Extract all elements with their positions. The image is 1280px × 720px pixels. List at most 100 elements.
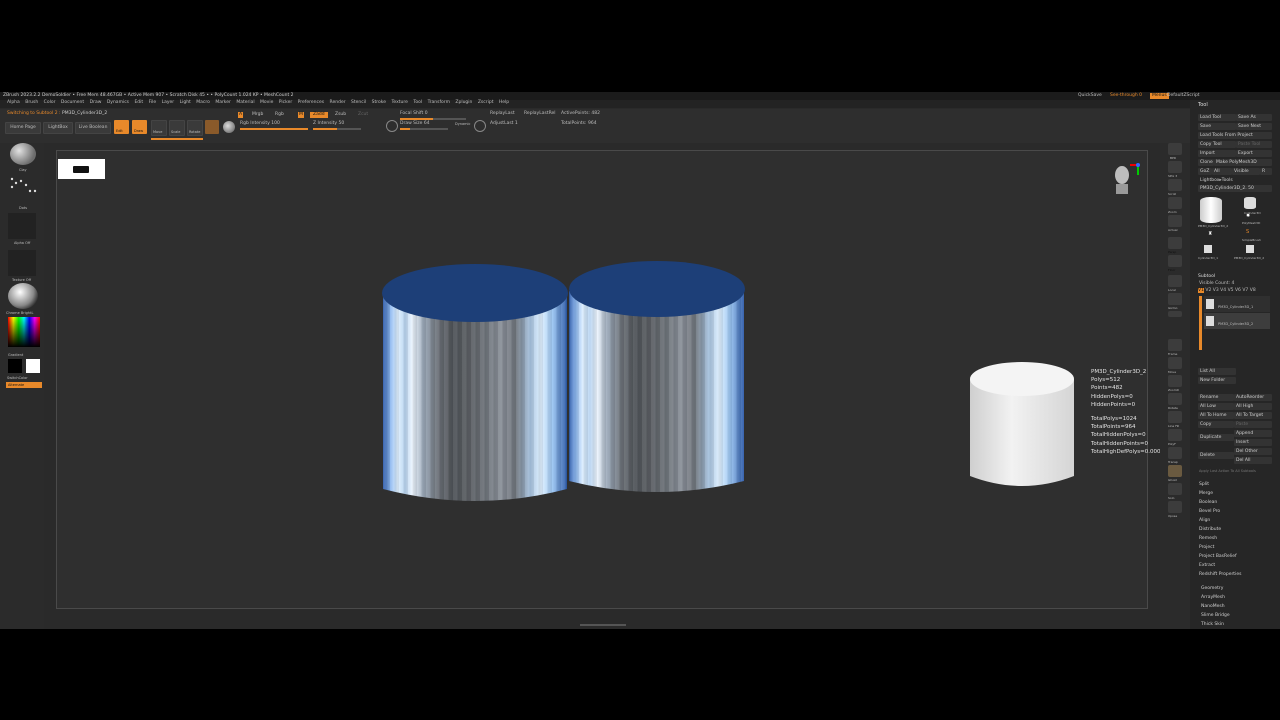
menu-macro[interactable]: Macro xyxy=(196,100,210,105)
home-page-button[interactable]: Home Page xyxy=(5,122,41,134)
save-button[interactable]: Save xyxy=(1198,123,1236,130)
polymesh-star-icon[interactable]: ✸ xyxy=(1246,213,1250,220)
persp-button[interactable]: Persp xyxy=(1168,237,1182,254)
export-button[interactable]: Export xyxy=(1236,150,1272,157)
del-other-button[interactable]: Del Other xyxy=(1234,448,1272,455)
alternate-button[interactable]: Alternate xyxy=(6,382,42,388)
menu-light[interactable]: Light xyxy=(180,100,191,105)
goz-button[interactable]: GoZ xyxy=(1198,168,1212,175)
draw-size-track[interactable] xyxy=(400,128,448,130)
menu-edit[interactable]: Edit xyxy=(134,100,143,105)
menu-marker[interactable]: Marker xyxy=(215,100,231,105)
pm3d-cylinder-2-thumb-icon[interactable] xyxy=(1246,245,1254,253)
subtool-scrollbar[interactable] xyxy=(1199,296,1202,350)
local-button[interactable]: Local xyxy=(1168,275,1182,292)
scale-button[interactable]: Scale xyxy=(169,120,185,136)
v4-tab[interactable]: V4 xyxy=(1220,288,1226,293)
primary-color-swatch[interactable] xyxy=(8,359,22,373)
menu-preferences[interactable]: Preferences xyxy=(298,100,324,105)
menu-alpha[interactable]: Alpha xyxy=(7,100,20,105)
gizmo-button[interactable]: Gizmo xyxy=(1168,293,1182,310)
menu-help[interactable]: Help xyxy=(499,100,509,105)
rgb-toggle[interactable]: Rgb xyxy=(275,112,284,118)
menu-layer[interactable]: Layer xyxy=(162,100,175,105)
paste-subtool-button[interactable]: Paste xyxy=(1234,421,1272,428)
menu-transform[interactable]: Transform xyxy=(428,100,450,105)
menu-draw[interactable]: Draw xyxy=(90,100,102,105)
menu-texture[interactable]: Texture xyxy=(391,100,407,105)
all-to-target-button[interactable]: All To Target xyxy=(1234,412,1272,419)
current-tool-slider[interactable]: PM3D_Cylinder3D_2. 50 xyxy=(1198,185,1272,192)
cylinder3d-thumb-icon[interactable] xyxy=(1244,197,1256,209)
list-all-button[interactable]: List All xyxy=(1198,368,1236,375)
xpose-button[interactable]: Xpose xyxy=(1168,501,1182,518)
save-as-button[interactable]: Save As xyxy=(1236,114,1272,121)
solo-highlight[interactable] xyxy=(1168,311,1182,317)
zcut-toggle[interactable]: Zcut xyxy=(358,112,368,118)
viewport-canvas[interactable]: PM3D_Cylinder3D_2 Polys=512 Points=482 H… xyxy=(56,150,1184,609)
live-boolean-button[interactable]: Live Boolean xyxy=(75,122,111,134)
distribute-menu[interactable]: Distribute xyxy=(1199,525,1221,534)
menu-picker[interactable]: Picker xyxy=(279,100,292,105)
menu-stencil[interactable]: Stencil xyxy=(351,100,366,105)
edit-button[interactable]: Edit xyxy=(114,120,129,134)
v6-tab[interactable]: V6 xyxy=(1235,288,1241,293)
focal-shift-track[interactable] xyxy=(400,118,466,120)
bottom-tray-handle[interactable] xyxy=(580,624,626,626)
menu-file[interactable]: File xyxy=(149,100,157,105)
subtool-item-1[interactable]: PM3D_Cylinder3D_1 xyxy=(1204,296,1270,312)
subtool-item-2[interactable]: PM3D_Cylinder3D_2 xyxy=(1204,313,1270,329)
tool-panel-header[interactable]: Tool xyxy=(1198,102,1208,109)
zsub-toggle[interactable]: Zsub xyxy=(335,112,346,118)
extract-menu[interactable]: Extract xyxy=(1199,561,1215,570)
clay-brush-button[interactable] xyxy=(10,143,36,165)
draw-button[interactable]: Draw xyxy=(132,120,147,134)
v2-tab[interactable]: V2 xyxy=(1205,288,1211,293)
simplebrush-icon[interactable]: S xyxy=(1246,229,1249,236)
copy-tool-button[interactable]: Copy Tool xyxy=(1198,141,1236,148)
menu-material[interactable]: Material xyxy=(236,100,254,105)
clone-button[interactable]: Clone xyxy=(1198,159,1214,166)
rotate-view-button[interactable]: Rotate xyxy=(1168,393,1182,410)
new-folder-button[interactable]: New Folder xyxy=(1198,377,1236,384)
project-basrelief-menu[interactable]: Project BasRelief xyxy=(1199,552,1237,561)
thick-skin-menu[interactable]: Thick Skin xyxy=(1201,620,1224,629)
focal-shift-slider[interactable]: Focal Shift 0 xyxy=(400,111,428,117)
paste-tool-button[interactable]: Paste Tool xyxy=(1236,141,1272,148)
cylinder3d-1-thumb-icon[interactable] xyxy=(1204,245,1212,253)
menu-color[interactable]: Color xyxy=(44,100,56,105)
remesh-menu[interactable]: Remesh xyxy=(1199,534,1217,543)
scroll-button[interactable]: Scroll xyxy=(1168,179,1182,196)
menu-zscript[interactable]: Zscript xyxy=(478,100,494,105)
line-fill-button[interactable]: Line Fill xyxy=(1168,411,1182,428)
frame-button[interactable]: Frame xyxy=(1168,339,1182,356)
subtool-header[interactable]: Subtool xyxy=(1198,274,1215,280)
replay-last-rel-button[interactable]: ReplayLastRel xyxy=(524,111,556,117)
geometry-menu[interactable]: Geometry xyxy=(1201,584,1223,593)
all-low-button[interactable]: All Low xyxy=(1198,403,1234,410)
v7-tab[interactable]: V7 xyxy=(1242,288,1248,293)
zoom-button[interactable]: Zoom xyxy=(1168,197,1182,214)
v5-tab[interactable]: V5 xyxy=(1228,288,1234,293)
zoomd-button[interactable]: ZoomD xyxy=(1168,375,1182,392)
apply-last-action-toggle[interactable]: Apply Last Action To All Subtools xyxy=(1199,468,1256,474)
menu-render[interactable]: Render xyxy=(330,100,346,105)
goz-r-button[interactable]: R xyxy=(1260,168,1272,175)
menu-movie[interactable]: Movie xyxy=(260,100,273,105)
draw-size-slider[interactable]: Draw Size 64 xyxy=(400,121,430,127)
merge-menu[interactable]: Merge xyxy=(1199,489,1213,498)
navigation-gizmo[interactable] xyxy=(1113,161,1140,197)
adjust-last-slider[interactable]: AdjustLast 1 xyxy=(490,121,518,127)
append-button[interactable]: Append xyxy=(1234,430,1272,437)
v3-tab[interactable]: V3 xyxy=(1213,288,1219,293)
rgb-intensity-track[interactable] xyxy=(240,128,308,130)
quicksave-button[interactable]: QuickSave xyxy=(1078,93,1102,99)
lightbox-tools-button[interactable]: Lightbox▸Tools xyxy=(1198,177,1240,184)
rgb-intensity-slider[interactable]: Rgb Intensity 100 xyxy=(240,121,280,127)
material-button[interactable] xyxy=(8,283,38,309)
cylinder-small-thumb-icon[interactable]: ♜ xyxy=(1208,231,1212,238)
import-button[interactable]: Import xyxy=(1198,150,1236,157)
copy-subtool-button[interactable]: Copy xyxy=(1198,421,1234,428)
load-tools-from-project-button[interactable]: Load Tools From Project xyxy=(1198,132,1272,139)
polyf-button[interactable]: PolyF xyxy=(1168,429,1182,446)
